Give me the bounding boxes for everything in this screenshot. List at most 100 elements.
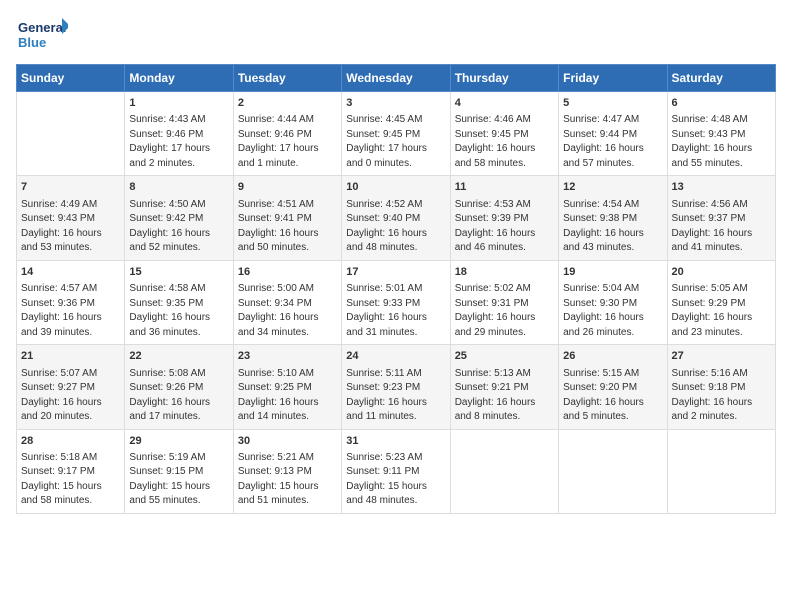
day-number: 20 bbox=[672, 265, 771, 280]
calendar-week-row: 7 Sunrise: 4:49 AM Sunset: 9:43 PM Daylig… bbox=[17, 176, 776, 260]
day-detail: Sunrise: 4:57 AM Sunset: 9:36 PM Dayligh… bbox=[21, 282, 120, 340]
calendar-cell: 31Sunrise: 5:23 AM Sunset: 9:11 PM Dayli… bbox=[342, 429, 450, 513]
calendar-cell: 9 Sunrise: 4:51 AM Sunset: 9:41 PM Daylig… bbox=[233, 176, 341, 260]
calendar-cell: 18 Sunrise: 5:02 AM Sunset: 9:31 PM Dayli… bbox=[450, 260, 558, 344]
calendar-cell: 28 Sunrise: 5:18 AM Sunset: 9:17 PM Dayli… bbox=[17, 429, 125, 513]
day-detail: Sunrise: 5:00 AM Sunset: 9:34 PM Dayligh… bbox=[238, 282, 337, 340]
day-number: 18 bbox=[455, 265, 554, 280]
day-detail: Sunrise: 5:18 AM Sunset: 9:17 PM Dayligh… bbox=[21, 451, 120, 509]
day-detail: Sunrise: 4:54 AM Sunset: 9:38 PM Dayligh… bbox=[563, 198, 662, 256]
calendar-cell: 14 Sunrise: 4:57 AM Sunset: 9:36 PM Dayli… bbox=[17, 260, 125, 344]
logo-svg: General Blue bbox=[16, 16, 68, 56]
calendar-cell: 8Sunrise: 4:50 AM Sunset: 9:42 PM Daylig… bbox=[125, 176, 233, 260]
day-number: 22 bbox=[129, 349, 228, 364]
day-detail: Sunrise: 5:01 AM Sunset: 9:33 PM Dayligh… bbox=[346, 282, 445, 340]
day-detail: Sunrise: 5:07 AM Sunset: 9:27 PM Dayligh… bbox=[21, 367, 120, 425]
calendar-cell: 29Sunrise: 5:19 AM Sunset: 9:15 PM Dayli… bbox=[125, 429, 233, 513]
day-detail: Sunrise: 4:51 AM Sunset: 9:41 PM Dayligh… bbox=[238, 198, 337, 256]
weekday-header-saturday: Saturday bbox=[667, 65, 775, 92]
day-number: 9 bbox=[238, 180, 337, 195]
day-detail: Sunrise: 4:49 AM Sunset: 9:43 PM Dayligh… bbox=[21, 198, 120, 256]
weekday-header-wednesday: Wednesday bbox=[342, 65, 450, 92]
calendar-cell: 23 Sunrise: 5:10 AM Sunset: 9:25 PM Dayli… bbox=[233, 345, 341, 429]
day-detail: Sunrise: 4:45 AM Sunset: 9:45 PM Dayligh… bbox=[346, 113, 445, 171]
header: General Blue bbox=[16, 16, 776, 56]
day-number: 13 bbox=[672, 180, 771, 195]
calendar-cell: 11Sunrise: 4:53 AM Sunset: 9:39 PM Dayli… bbox=[450, 176, 558, 260]
day-detail: Sunrise: 5:10 AM Sunset: 9:25 PM Dayligh… bbox=[238, 367, 337, 425]
calendar-cell: 15Sunrise: 4:58 AM Sunset: 9:35 PM Dayli… bbox=[125, 260, 233, 344]
day-number: 11 bbox=[455, 180, 554, 195]
day-detail: Sunrise: 5:08 AM Sunset: 9:26 PM Dayligh… bbox=[129, 367, 228, 425]
day-number: 24 bbox=[346, 349, 445, 364]
day-number: 1 bbox=[129, 96, 228, 111]
calendar-cell: 6 Sunrise: 4:48 AM Sunset: 9:43 PM Daylig… bbox=[667, 92, 775, 176]
calendar-cell: 1 Sunrise: 4:43 AM Sunset: 9:46 PM Daylig… bbox=[125, 92, 233, 176]
calendar-cell bbox=[559, 429, 667, 513]
day-detail: Sunrise: 5:05 AM Sunset: 9:29 PM Dayligh… bbox=[672, 282, 771, 340]
weekday-header-tuesday: Tuesday bbox=[233, 65, 341, 92]
weekday-header-friday: Friday bbox=[559, 65, 667, 92]
day-number: 6 bbox=[672, 96, 771, 111]
day-detail: Sunrise: 5:16 AM Sunset: 9:18 PM Dayligh… bbox=[672, 367, 771, 425]
day-number: 25 bbox=[455, 349, 554, 364]
day-number: 14 bbox=[21, 265, 120, 280]
day-number: 5 bbox=[563, 96, 662, 111]
calendar-cell: 12 Sunrise: 4:54 AM Sunset: 9:38 PM Dayli… bbox=[559, 176, 667, 260]
day-detail: Sunrise: 4:48 AM Sunset: 9:43 PM Dayligh… bbox=[672, 113, 771, 171]
calendar-week-row: 1 Sunrise: 4:43 AM Sunset: 9:46 PM Daylig… bbox=[17, 92, 776, 176]
calendar-cell: 17Sunrise: 5:01 AM Sunset: 9:33 PM Dayli… bbox=[342, 260, 450, 344]
day-number: 23 bbox=[238, 349, 337, 364]
calendar-cell: 26 Sunrise: 5:15 AM Sunset: 9:20 PM Dayli… bbox=[559, 345, 667, 429]
calendar-cell: 13 Sunrise: 4:56 AM Sunset: 9:37 PM Dayli… bbox=[667, 176, 775, 260]
calendar-cell: 2 Sunrise: 4:44 AM Sunset: 9:46 PM Daylig… bbox=[233, 92, 341, 176]
calendar-cell: 19 Sunrise: 5:04 AM Sunset: 9:30 PM Dayli… bbox=[559, 260, 667, 344]
day-number: 10 bbox=[346, 180, 445, 195]
day-number: 31 bbox=[346, 434, 445, 449]
calendar-cell: 27 Sunrise: 5:16 AM Sunset: 9:18 PM Dayli… bbox=[667, 345, 775, 429]
day-number: 15 bbox=[129, 265, 228, 280]
calendar-cell: 4Sunrise: 4:46 AM Sunset: 9:45 PM Daylig… bbox=[450, 92, 558, 176]
day-detail: Sunrise: 4:56 AM Sunset: 9:37 PM Dayligh… bbox=[672, 198, 771, 256]
weekday-header-row: SundayMondayTuesdayWednesdayThursdayFrid… bbox=[17, 65, 776, 92]
day-detail: Sunrise: 4:44 AM Sunset: 9:46 PM Dayligh… bbox=[238, 113, 337, 171]
day-detail: Sunrise: 4:47 AM Sunset: 9:44 PM Dayligh… bbox=[563, 113, 662, 171]
calendar-cell: 5 Sunrise: 4:47 AM Sunset: 9:44 PM Daylig… bbox=[559, 92, 667, 176]
day-detail: Sunrise: 5:11 AM Sunset: 9:23 PM Dayligh… bbox=[346, 367, 445, 425]
day-detail: Sunrise: 5:15 AM Sunset: 9:20 PM Dayligh… bbox=[563, 367, 662, 425]
day-number: 30 bbox=[238, 434, 337, 449]
day-number: 3 bbox=[346, 96, 445, 111]
day-detail: Sunrise: 4:43 AM Sunset: 9:46 PM Dayligh… bbox=[129, 113, 228, 171]
day-number: 26 bbox=[563, 349, 662, 364]
weekday-header-monday: Monday bbox=[125, 65, 233, 92]
day-number: 29 bbox=[129, 434, 228, 449]
day-detail: Sunrise: 5:21 AM Sunset: 9:13 PM Dayligh… bbox=[238, 451, 337, 509]
calendar-cell: 21Sunrise: 5:07 AM Sunset: 9:27 PM Dayli… bbox=[17, 345, 125, 429]
day-number: 8 bbox=[129, 180, 228, 195]
logo: General Blue bbox=[16, 16, 68, 56]
calendar-cell: 3 Sunrise: 4:45 AM Sunset: 9:45 PM Daylig… bbox=[342, 92, 450, 176]
calendar-cell: 16 Sunrise: 5:00 AM Sunset: 9:34 PM Dayli… bbox=[233, 260, 341, 344]
calendar-cell bbox=[450, 429, 558, 513]
calendar-week-row: 21Sunrise: 5:07 AM Sunset: 9:27 PM Dayli… bbox=[17, 345, 776, 429]
day-number: 19 bbox=[563, 265, 662, 280]
calendar-table: SundayMondayTuesdayWednesdayThursdayFrid… bbox=[16, 64, 776, 514]
calendar-cell: 10Sunrise: 4:52 AM Sunset: 9:40 PM Dayli… bbox=[342, 176, 450, 260]
calendar-week-row: 28 Sunrise: 5:18 AM Sunset: 9:17 PM Dayli… bbox=[17, 429, 776, 513]
svg-text:General: General bbox=[18, 20, 66, 35]
calendar-cell: 24 Sunrise: 5:11 AM Sunset: 9:23 PM Dayli… bbox=[342, 345, 450, 429]
day-number: 2 bbox=[238, 96, 337, 111]
calendar-cell: 30 Sunrise: 5:21 AM Sunset: 9:13 PM Dayli… bbox=[233, 429, 341, 513]
day-number: 4 bbox=[455, 96, 554, 111]
weekday-header-thursday: Thursday bbox=[450, 65, 558, 92]
day-detail: Sunrise: 5:04 AM Sunset: 9:30 PM Dayligh… bbox=[563, 282, 662, 340]
day-detail: Sunrise: 5:02 AM Sunset: 9:31 PM Dayligh… bbox=[455, 282, 554, 340]
calendar-cell: 22 Sunrise: 5:08 AM Sunset: 9:26 PM Dayli… bbox=[125, 345, 233, 429]
calendar-cell: 20 Sunrise: 5:05 AM Sunset: 9:29 PM Dayli… bbox=[667, 260, 775, 344]
day-number: 12 bbox=[563, 180, 662, 195]
day-number: 7 bbox=[21, 180, 120, 195]
day-number: 16 bbox=[238, 265, 337, 280]
day-number: 28 bbox=[21, 434, 120, 449]
day-number: 27 bbox=[672, 349, 771, 364]
calendar-cell: 7 Sunrise: 4:49 AM Sunset: 9:43 PM Daylig… bbox=[17, 176, 125, 260]
